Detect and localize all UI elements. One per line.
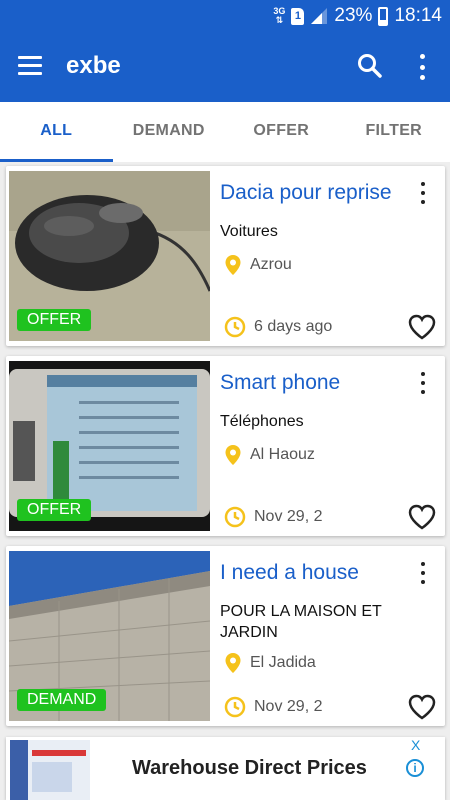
listing-image[interactable]: OFFER [9,361,210,531]
data-arrows-icon: ⇅ [275,15,284,25]
more-vert-icon[interactable] [418,562,428,584]
more-vert-icon[interactable] [418,182,428,204]
ad-info-icon[interactable]: i [406,759,424,777]
favorite-heart-icon[interactable] [408,314,436,340]
listing-category: Téléphones [220,413,304,430]
offer-badge: OFFER [17,309,92,331]
listing-time: 6 days ago [224,316,332,338]
listing-title[interactable]: I need a house [220,561,359,585]
listing-location: Azrou [224,254,292,276]
offer-badge: OFFER [17,499,92,521]
listing-location: Al Haouz [224,444,315,466]
search-icon[interactable] [356,52,384,80]
listing-time: Nov 29, 2 [224,506,322,528]
time-text: Nov 29, 2 [254,698,323,715]
demand-badge: DEMAND [17,689,107,711]
more-vert-icon[interactable] [418,372,428,394]
location-text: Al Haouz [250,446,315,463]
network-indicator: 3G ⇅ [273,7,285,25]
ad-image[interactable] [10,740,90,800]
menu-icon[interactable] [18,56,42,76]
tab-demand[interactable]: DEMAND [113,102,226,162]
listing-image[interactable]: DEMAND [9,551,210,721]
status-indicators: 3G ⇅ 1 23% 18:14 [273,0,442,32]
location-pin-icon [225,445,241,465]
battery-percent: 23% [334,5,373,26]
clock-icon [224,316,246,338]
ad-close-icon[interactable]: X [411,737,420,753]
clock-time: 18:14 [394,5,442,26]
more-vert-icon[interactable] [414,54,430,80]
tab-all[interactable]: ALL [0,102,113,162]
listing-image[interactable]: OFFER [9,171,210,341]
time-text: 6 days ago [254,318,333,335]
listing-card[interactable]: OFFER Dacia pour reprise Voitures Azrou … [6,166,445,346]
listing-title[interactable]: Dacia pour reprise [220,181,392,205]
app-title: exbe [66,52,121,79]
time-text: Nov 29, 2 [254,508,323,525]
sim-icon: 1 [291,7,305,25]
tab-filter[interactable]: FILTER [338,102,450,162]
tab-offer[interactable]: OFFER [225,102,338,162]
listing-category: Voitures [220,223,278,240]
signal-icon [311,8,328,24]
clock-icon [224,696,246,718]
status-bar: 3G ⇅ 1 23% 18:14 [0,0,450,32]
location-pin-icon [225,653,241,673]
listing-card[interactable]: OFFER Smart phone Téléphones Al Haouz No… [6,356,445,536]
listing-location: El Jadida [224,652,316,674]
ad-text[interactable]: Warehouse Direct Prices [132,757,367,780]
listing-card[interactable]: DEMAND I need a house POUR LA MAISON ET … [6,546,445,726]
listing-category: POUR LA MAISON ET JARDIN [220,603,382,641]
favorite-heart-icon[interactable] [408,694,436,720]
location-text: El Jadida [250,654,316,671]
tab-bar: ALL DEMAND OFFER FILTER [0,102,450,162]
favorite-heart-icon[interactable] [408,504,436,530]
listing-title[interactable]: Smart phone [220,371,340,395]
battery-icon [378,6,389,26]
ad-banner[interactable]: Warehouse Direct Prices i X [6,737,445,800]
location-pin-icon [225,255,241,275]
clock-icon [224,506,246,528]
listing-time: Nov 29, 2 [224,696,322,718]
location-text: Azrou [250,256,292,273]
app-bar: exbe [0,32,450,102]
